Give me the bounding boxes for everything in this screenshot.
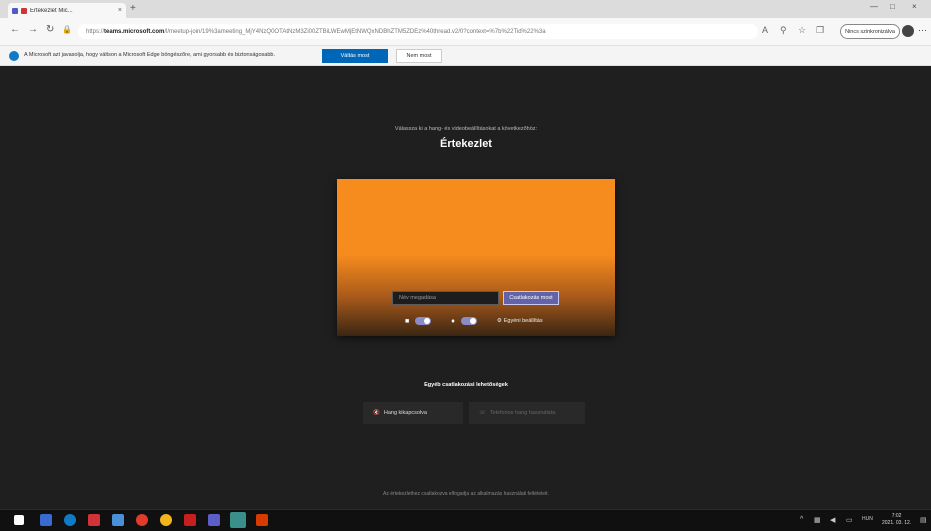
minimize-button[interactable]: — [870, 2, 878, 11]
phone-audio-label: Telefonos hang használata [489, 410, 556, 416]
switch-now-button[interactable]: Váltás most [322, 49, 388, 63]
device-controls: ■ ♦ ⚙ Egyéni beállítás [405, 317, 543, 325]
avatar[interactable] [902, 25, 914, 37]
name-input[interactable]: Név megadása [392, 291, 499, 305]
meeting-prejoin-screen: Válassza ki a hang- és videobeállításoka… [7, 66, 925, 509]
notifications-icon[interactable]: ▤ [920, 516, 927, 524]
back-icon[interactable]: ← [10, 25, 20, 35]
phone-audio-option[interactable]: ☏ Telefonos hang használata [469, 402, 585, 424]
custom-settings-link[interactable]: ⚙ Egyéni beállítás [497, 318, 543, 324]
chrome-icon[interactable] [160, 514, 172, 526]
audio-off-option[interactable]: 🔇 Hang kikapcsolva [363, 402, 463, 424]
meeting-title: Értekezlet [440, 138, 492, 150]
join-now-button[interactable]: Csatlakozás most [503, 291, 559, 305]
browser-tab-bar: Értekezlet Mic... × + — □ × [0, 0, 931, 18]
camera-toggle[interactable] [415, 317, 432, 325]
powerpoint-icon[interactable] [256, 514, 268, 526]
windows-taskbar: ^ ▦ ◀ ▭ HUN 7:02 2021. 03. 12. ▤ [0, 509, 931, 531]
favorites-star-icon[interactable]: ☆ [798, 26, 806, 35]
custom-settings-label: Egyéni beállítás [503, 318, 543, 324]
gear-icon: ⚙ [496, 318, 502, 324]
recording-icon [21, 7, 27, 14]
url-domain: teams.microsoft.com [104, 28, 165, 35]
language-indicator[interactable]: HUN [862, 516, 873, 522]
collections-icon[interactable]: ❐ [816, 26, 824, 35]
speaker-off-icon: 🔇 [373, 410, 380, 416]
prejoin-subtitle: Válassza ki a hang- és videobeállításoka… [394, 126, 538, 132]
edge-taskbar-icon[interactable] [64, 514, 76, 526]
url-path: /l/meetup-join/19%3ameeting_MjY4NzQ0OTAt… [164, 28, 546, 35]
microphone-toggle[interactable] [460, 317, 477, 325]
profile-button[interactable]: Nincs szinkronizálva [840, 24, 900, 39]
more-menu-icon[interactable]: ⋯ [918, 25, 927, 36]
address-bar-row: ← → ↻ 🔒 https:// teams.microsoft.com /l/… [0, 18, 931, 46]
phone-icon: ☏ [479, 410, 486, 416]
url-field[interactable]: https:// teams.microsoft.com /l/meetup-j… [78, 24, 758, 39]
extensions-icon[interactable]: ⚲ [780, 26, 787, 35]
refresh-icon[interactable]: ↻ [46, 25, 54, 35]
other-options-title: Egyéb csatlakozási lehetőségek [424, 382, 508, 388]
mail-icon[interactable] [88, 514, 100, 526]
url-prefix: https:// [86, 28, 105, 35]
audio-off-label: Hang kikapcsolva [383, 410, 427, 416]
tray-up-arrow-icon[interactable]: ^ [800, 516, 803, 523]
edge-logo-icon [9, 51, 19, 61]
network-icon[interactable]: ▦ [814, 516, 821, 524]
tab-title: Értekezlet Mic... [30, 7, 73, 14]
task-view-icon[interactable] [40, 514, 52, 526]
read-aloud-icon[interactable]: A [762, 26, 768, 35]
taskbar-clock[interactable]: 7:02 2021. 03. 12. [882, 513, 911, 527]
opera-icon[interactable] [136, 514, 148, 526]
microphone-icon: ♦ [451, 317, 455, 325]
battery-icon[interactable]: ▭ [846, 516, 853, 524]
camera-icon: ■ [405, 317, 410, 325]
browser-tab[interactable]: Értekezlet Mic... × [8, 3, 126, 18]
browser-infobar: A Microsoft azt javasolja, hogy váltson … [0, 46, 931, 66]
maximize-button[interactable]: □ [890, 2, 895, 11]
acrobat-icon[interactable] [184, 514, 196, 526]
footer-text: Az értekezlethez csatlakozva elfogadja a… [383, 491, 549, 497]
volume-icon[interactable]: ◀ [830, 516, 835, 524]
infobar-message: A Microsoft azt javasolja, hogy váltson … [24, 52, 275, 58]
active-app-icon[interactable] [230, 512, 246, 528]
not-now-button[interactable]: Nem most [396, 49, 442, 63]
tab-close-icon[interactable]: × [118, 7, 122, 14]
video-preview: Név megadása Csatlakozás most ■ ♦ ⚙ Egyé… [337, 179, 615, 336]
store-icon[interactable] [112, 514, 124, 526]
forward-icon[interactable]: → [28, 25, 38, 35]
teams-icon[interactable] [208, 514, 220, 526]
start-button-icon[interactable] [14, 515, 24, 525]
close-window-button[interactable]: × [912, 2, 917, 11]
clock-date: 2021. 03. 12. [882, 520, 912, 526]
clock-time: 7:02 [891, 513, 902, 519]
lock-icon: 🔒 [62, 25, 72, 34]
teams-favicon-icon [12, 7, 18, 14]
new-tab-button[interactable]: + [130, 4, 136, 14]
